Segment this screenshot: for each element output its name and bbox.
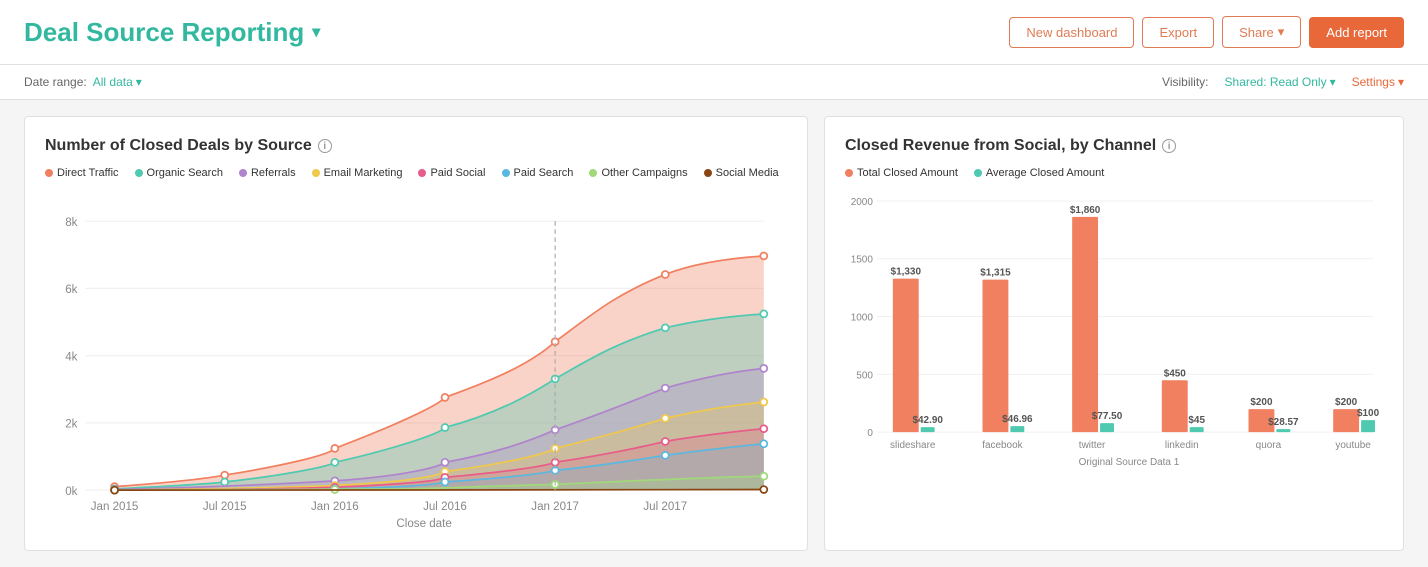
toolbar-right: Visibility: Shared: Read Only ▾ Settings… <box>1162 75 1404 89</box>
right-chart-title: Closed Revenue from Social, by Channel i <box>845 137 1383 155</box>
legend-item: Total Closed Amount <box>845 167 958 179</box>
svg-text:$100: $100 <box>1357 408 1380 419</box>
add-report-button[interactable]: Add report <box>1309 17 1404 48</box>
legend-item: Direct Traffic <box>45 167 119 179</box>
legend-label: Email Marketing <box>324 167 403 179</box>
svg-text:$1,315: $1,315 <box>980 268 1011 279</box>
legend-item: Other Campaigns <box>589 167 687 179</box>
legend-label: Social Media <box>716 167 779 179</box>
legend-item: Average Closed Amount <box>974 167 1104 179</box>
legend-label: Total Closed Amount <box>857 167 958 179</box>
svg-text:Close date: Close date <box>396 518 451 527</box>
left-chart-title: Number of Closed Deals by Source i <box>45 137 787 155</box>
main-content: Number of Closed Deals by Source i Direc… <box>0 100 1428 567</box>
legend-item: Paid Search <box>502 167 574 179</box>
legend-dot <box>312 169 320 177</box>
settings-dropdown-icon: ▾ <box>1398 75 1404 89</box>
visibility-dropdown-icon: ▾ <box>1330 75 1336 89</box>
svg-text:2000: 2000 <box>851 197 874 208</box>
legend-item: Referrals <box>239 167 296 179</box>
svg-text:500: 500 <box>856 370 873 381</box>
svg-text:Jul 2015: Jul 2015 <box>203 501 247 513</box>
svg-text:$45: $45 <box>1188 415 1205 426</box>
share-dropdown-icon: ▾ <box>1278 24 1285 40</box>
svg-text:$450: $450 <box>1164 368 1187 379</box>
left-chart-svg: 8k 6k 4k 2k 0k Jan 2015 Jul 2015 Jan 201… <box>45 191 787 527</box>
svg-text:4k: 4k <box>65 351 77 363</box>
date-range-value[interactable]: All data ▾ <box>93 75 142 89</box>
legend-dot <box>589 169 597 177</box>
svg-text:8k: 8k <box>65 217 77 229</box>
svg-text:linkedin: linkedin <box>1165 440 1199 451</box>
header-actions: New dashboard Export Share ▾ Add report <box>1009 16 1404 48</box>
legend-dot <box>418 169 426 177</box>
svg-text:Jan 2016: Jan 2016 <box>311 501 359 513</box>
right-chart-legend: Total Closed Amount Average Closed Amount <box>845 167 1383 179</box>
left-chart-info-icon[interactable]: i <box>318 139 332 153</box>
svg-text:0k: 0k <box>65 486 77 498</box>
svg-text:$1,860: $1,860 <box>1070 205 1101 216</box>
legend-dot <box>845 169 853 177</box>
svg-text:Jul 2017: Jul 2017 <box>643 501 687 513</box>
toolbar: Date range: All data ▾ Visibility: Share… <box>0 65 1428 100</box>
new-dashboard-button[interactable]: New dashboard <box>1009 17 1134 48</box>
svg-text:youtube: youtube <box>1335 440 1371 451</box>
svg-text:2k: 2k <box>65 419 77 431</box>
legend-label: Other Campaigns <box>601 167 687 179</box>
svg-text:facebook: facebook <box>982 440 1022 451</box>
svg-text:1500: 1500 <box>851 255 874 266</box>
svg-text:twitter: twitter <box>1079 440 1106 451</box>
svg-text:$28.57: $28.57 <box>1268 417 1299 428</box>
svg-text:quora: quora <box>1256 440 1282 451</box>
legend-label: Paid Search <box>514 167 574 179</box>
svg-text:Jan 2015: Jan 2015 <box>91 501 139 513</box>
legend-item: Organic Search <box>135 167 223 179</box>
legend-dot <box>135 169 143 177</box>
svg-text:1000: 1000 <box>851 313 874 324</box>
svg-text:Jul 2016: Jul 2016 <box>423 501 467 513</box>
svg-text:$200: $200 <box>1335 397 1358 408</box>
visibility-value[interactable]: Shared: Read Only ▾ <box>1225 75 1336 89</box>
toolbar-left: Date range: All data ▾ <box>24 75 142 89</box>
legend-label: Average Closed Amount <box>986 167 1104 179</box>
share-button[interactable]: Share ▾ <box>1222 16 1301 48</box>
svg-text:6k: 6k <box>65 284 77 296</box>
svg-text:$200: $200 <box>1250 397 1273 408</box>
legend-dot <box>502 169 510 177</box>
svg-text:Original Source Data 1: Original Source Data 1 <box>1079 457 1180 468</box>
svg-text:$46.96: $46.96 <box>1002 414 1033 425</box>
settings-button[interactable]: Settings ▾ <box>1352 75 1404 89</box>
svg-text:$42.90: $42.90 <box>912 415 943 426</box>
legend-dot <box>239 169 247 177</box>
right-chart-info-icon[interactable]: i <box>1162 139 1176 153</box>
date-range-dropdown-icon: ▾ <box>136 75 142 89</box>
legend-label: Organic Search <box>147 167 223 179</box>
header: Deal Source Reporting ▾ New dashboard Ex… <box>0 0 1428 65</box>
left-chart-card: Number of Closed Deals by Source i Direc… <box>24 116 808 551</box>
legend-item: Email Marketing <box>312 167 403 179</box>
visibility-label: Visibility: <box>1162 75 1208 89</box>
right-chart-card: Closed Revenue from Social, by Channel i… <box>824 116 1404 551</box>
legend-dot <box>704 169 712 177</box>
svg-text:Jan 2017: Jan 2017 <box>531 501 579 513</box>
legend-dot <box>974 169 982 177</box>
legend-label: Direct Traffic <box>57 167 119 179</box>
svg-text:$77.50: $77.50 <box>1092 411 1123 422</box>
export-button[interactable]: Export <box>1142 17 1214 48</box>
left-chart-legend: Direct Traffic Organic Search Referrals Ema… <box>45 167 787 179</box>
legend-label: Paid Social <box>430 167 485 179</box>
right-chart-svg: 2000 1500 1000 500 0 $1,330 $42.90 slide… <box>845 191 1383 480</box>
legend-item: Paid Social <box>418 167 485 179</box>
svg-text:slideshare: slideshare <box>890 440 936 451</box>
date-range-label: Date range: <box>24 75 87 89</box>
svg-text:$1,330: $1,330 <box>891 267 922 278</box>
legend-item: Social Media <box>704 167 779 179</box>
page-title: Deal Source Reporting ▾ <box>24 17 320 48</box>
legend-label: Referrals <box>251 167 296 179</box>
legend-dot <box>45 169 53 177</box>
title-text: Deal Source Reporting <box>24 17 304 48</box>
svg-text:0: 0 <box>867 428 873 439</box>
title-dropdown-icon[interactable]: ▾ <box>312 22 320 42</box>
